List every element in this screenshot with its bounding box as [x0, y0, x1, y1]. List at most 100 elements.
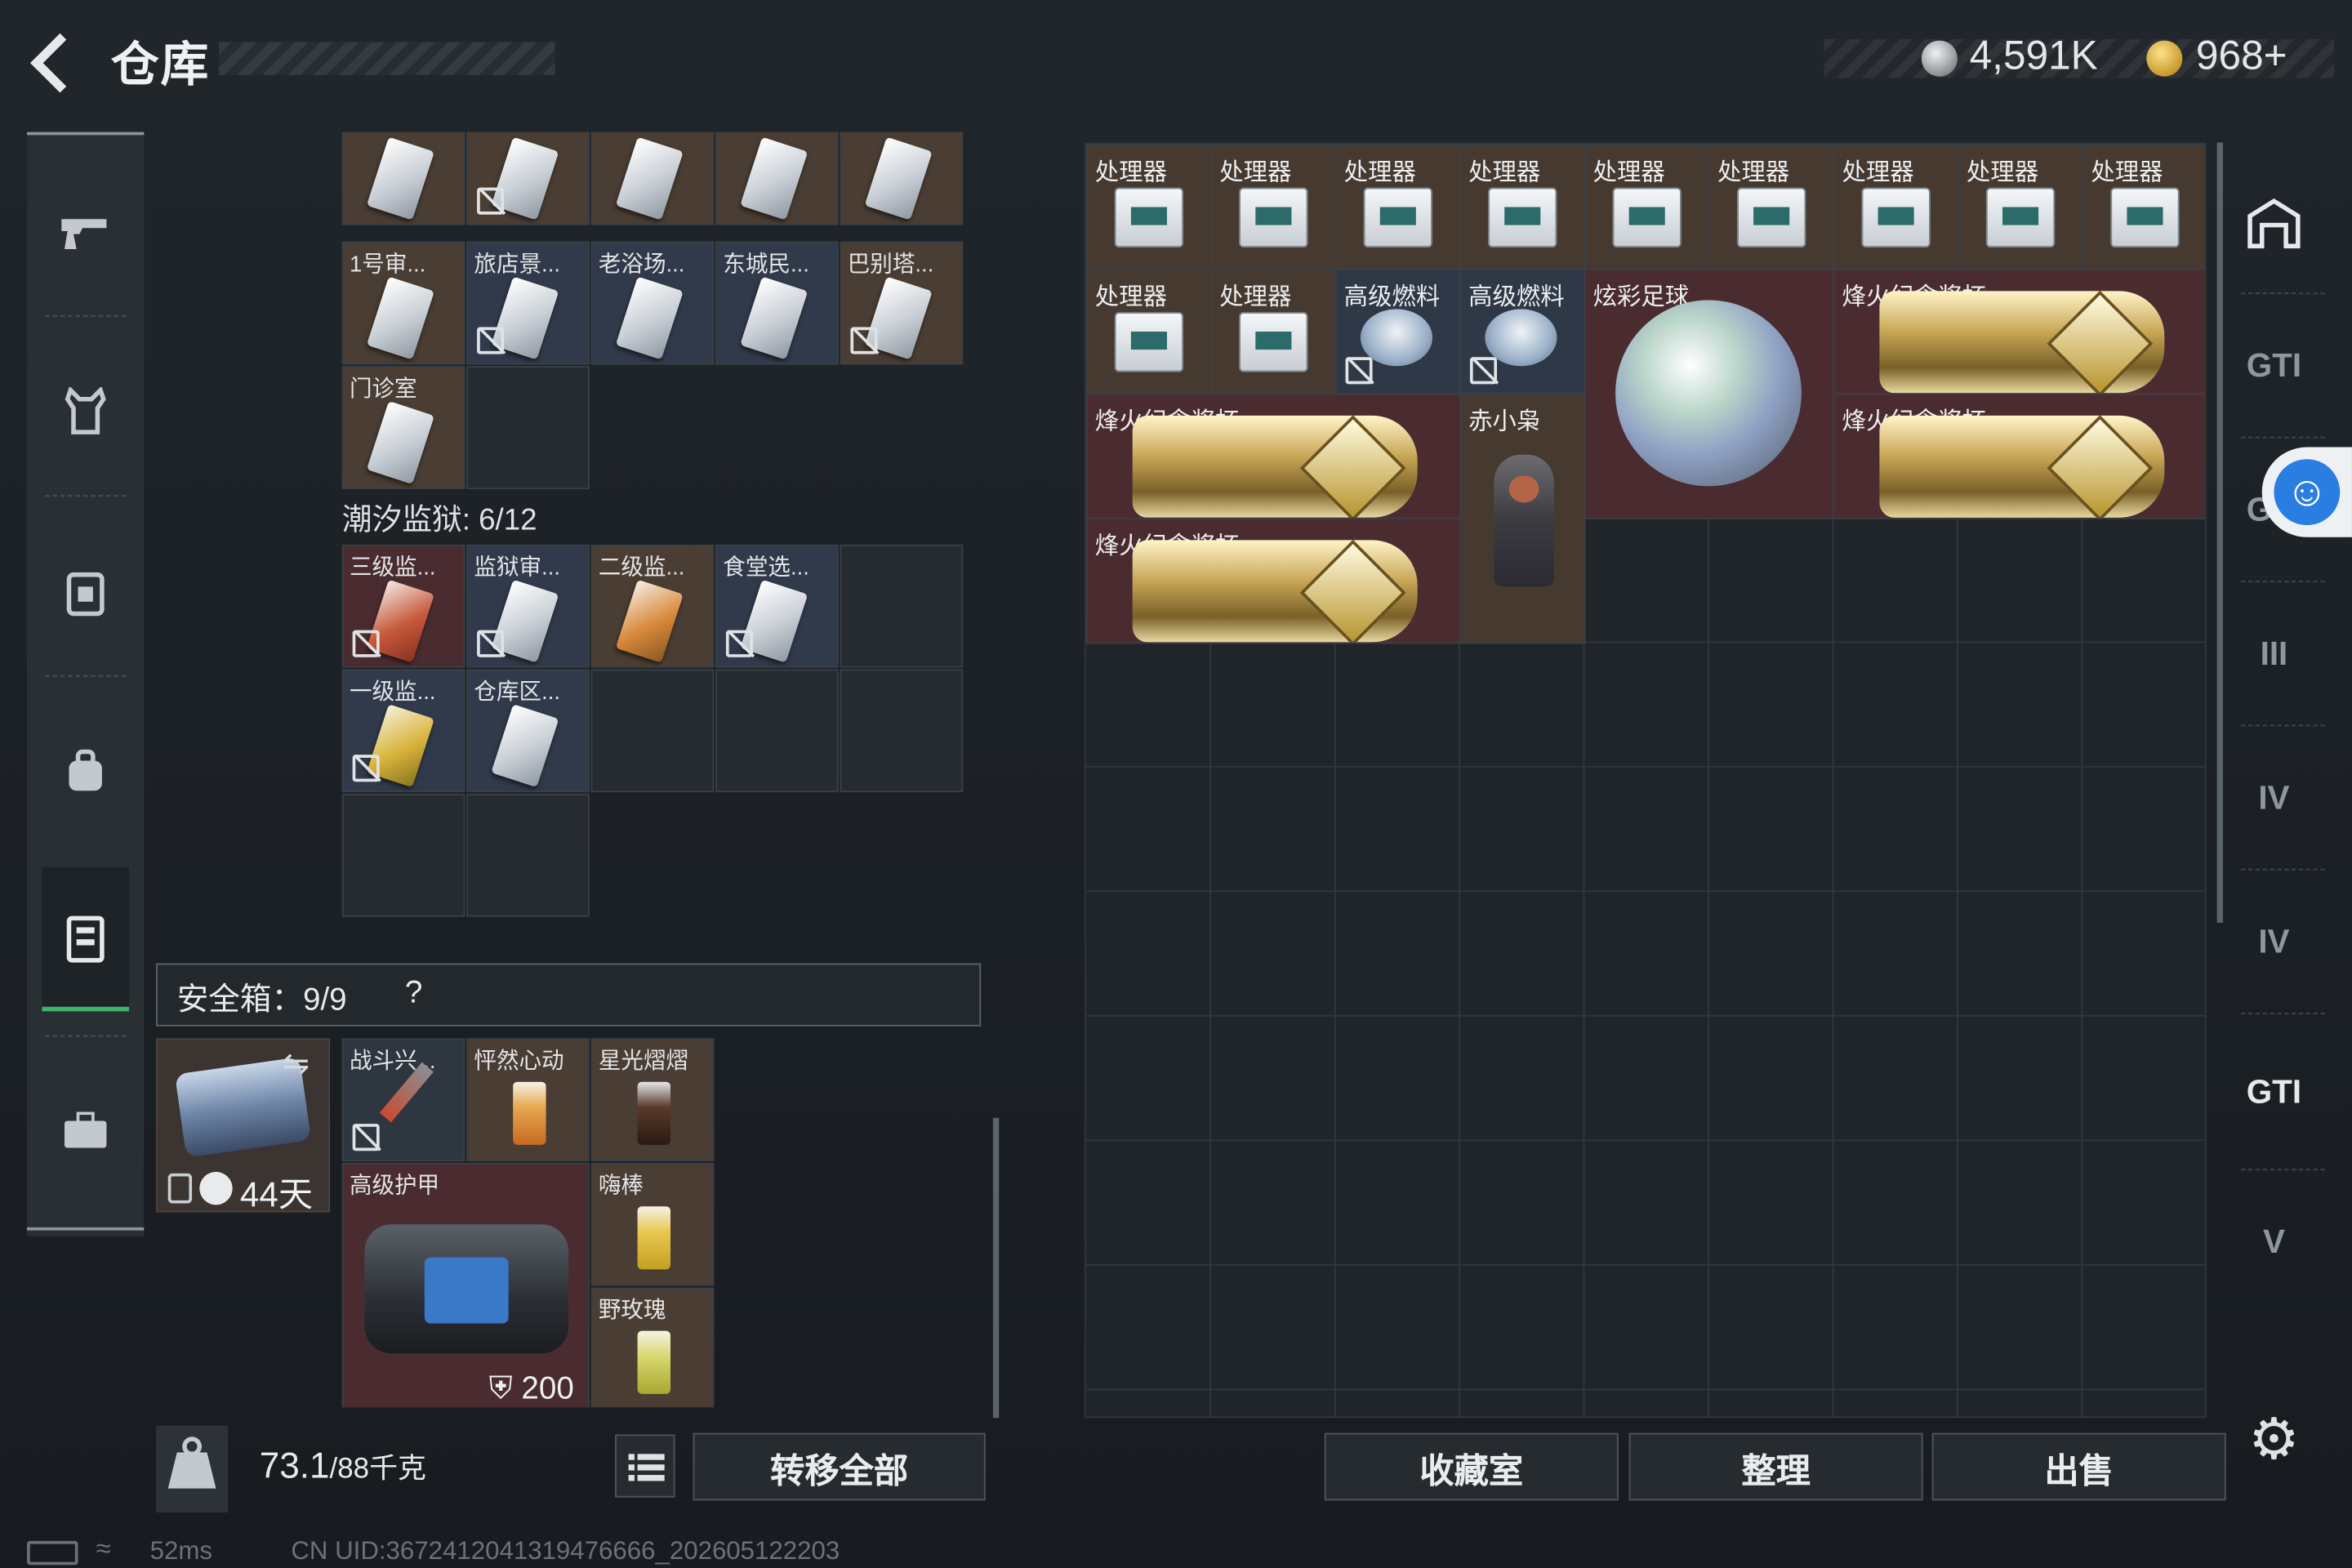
item-processor[interactable]: 处理器: [2082, 144, 2205, 270]
item-key[interactable]: 门诊室: [341, 366, 466, 489]
stash-page-icon[interactable]: GTI: [2220, 299, 2328, 434]
item-drink[interactable]: 嗨棒: [590, 1162, 715, 1286]
transfer-all-button[interactable]: 转移全部: [693, 1432, 986, 1501]
untradeable-icon: [352, 630, 380, 657]
item-key[interactable]: 东城民...: [715, 241, 839, 365]
item-key[interactable]: 旅店景...: [466, 241, 590, 365]
stash-home-icon[interactable]: [2220, 154, 2328, 289]
item-processor[interactable]: 处理器: [1334, 144, 1461, 270]
item-trophy[interactable]: 烽火纪念奖杯: [1833, 268, 2205, 395]
item-trophy[interactable]: 烽火纪念奖杯: [1085, 393, 1461, 519]
item-key[interactable]: [341, 131, 466, 225]
sidebar-bottom-line: [27, 1227, 145, 1231]
item-key[interactable]: [840, 131, 964, 225]
item-drink[interactable]: 野玫瑰: [590, 1287, 715, 1408]
item-key[interactable]: 三级监...: [341, 544, 466, 668]
item-key[interactable]: [466, 131, 590, 225]
sell-button[interactable]: 出售: [1931, 1432, 2226, 1501]
item-processor[interactable]: 处理器: [1957, 144, 2084, 270]
sidebar-divider: [2241, 1013, 2325, 1015]
stash-icon[interactable]: [42, 866, 129, 1012]
empty-slot[interactable]: [466, 366, 590, 489]
empty-slot[interactable]: [466, 793, 590, 917]
chest-rig-icon[interactable]: [42, 519, 129, 663]
collection-room-button[interactable]: 收藏室: [1324, 1432, 1619, 1501]
item-processor[interactable]: 处理器: [1584, 144, 1710, 270]
left-scrollbar[interactable]: [992, 1117, 1000, 1419]
back-button[interactable]: [21, 27, 87, 93]
empty-slot[interactable]: [840, 669, 964, 793]
ping-text: 52ms: [149, 1536, 213, 1566]
sidebar-divider: [45, 675, 127, 677]
currency-silver-amount: 4,591K: [1969, 33, 2098, 78]
stash-page-sidebar: GTI GTI III IV IV GTI V: [2220, 143, 2352, 1419]
item-trophy[interactable]: 烽火纪念奖杯: [1085, 517, 1461, 644]
item-key[interactable]: 二级监...: [590, 544, 715, 668]
item-processor[interactable]: 处理器: [1459, 144, 1586, 270]
item-key[interactable]: 1号审...: [341, 241, 466, 365]
sidebar-top-line: [27, 131, 145, 136]
item-processor[interactable]: 处理器: [1833, 144, 1959, 270]
swap-icon[interactable]: ⇋: [282, 1045, 310, 1084]
sidebar-divider: [2241, 292, 2325, 295]
stash-page-icon[interactable]: IV: [2220, 731, 2328, 866]
sidebar-divider: [2241, 581, 2325, 582]
item-processor[interactable]: 处理器: [1708, 144, 1835, 270]
item-processor[interactable]: 处理器: [1085, 268, 1213, 395]
untradeable-icon: [477, 630, 505, 657]
stash-page-icon[interactable]: GTI: [2220, 1025, 2328, 1160]
clock-icon: [199, 1171, 233, 1205]
item-key[interactable]: 巴别塔...: [840, 241, 964, 365]
item-key[interactable]: 仓库区...: [466, 669, 590, 793]
item-key[interactable]: 监狱审...: [466, 544, 590, 668]
armor-vest-icon[interactable]: [42, 339, 129, 483]
item-fuel[interactable]: 高级燃料: [1459, 268, 1586, 395]
item-processor[interactable]: 处理器: [1085, 144, 1213, 270]
empty-slot[interactable]: [590, 669, 715, 793]
item-key[interactable]: 食堂选...: [715, 544, 839, 668]
item-fuel[interactable]: 高级燃料: [1334, 268, 1461, 395]
help-icon[interactable]: ?: [405, 975, 422, 1011]
stash-page-icon[interactable]: IV: [2220, 875, 2328, 1009]
item-key[interactable]: 一级监...: [341, 669, 466, 793]
uid-text: CN UID:3672412041319476666_202605122203: [291, 1536, 840, 1566]
key-section-title: 潮汐监狱: 6/12: [341, 504, 537, 537]
empty-slot[interactable]: [840, 544, 964, 668]
briefcase-icon[interactable]: [42, 1059, 129, 1203]
sidebar-divider: [2241, 724, 2325, 727]
weight-icon: [156, 1425, 229, 1512]
sidebar-divider: [45, 495, 127, 497]
item-processor[interactable]: 处理器: [1210, 268, 1337, 395]
untradeable-icon: [477, 327, 505, 354]
sidebar-divider: [2241, 1169, 2325, 1171]
currency-gold-amount[interactable]: 968+: [2196, 33, 2287, 79]
title-decoration: [219, 42, 555, 75]
backpack-icon[interactable]: [42, 699, 129, 843]
item-drink[interactable]: 怦然心动: [466, 1038, 590, 1162]
item-key[interactable]: [715, 131, 839, 225]
item-figurine[interactable]: 赤小枭: [1459, 393, 1586, 644]
stash-page-icon[interactable]: III: [2220, 586, 2328, 721]
item-trophy[interactable]: 烽火纪念奖杯: [1833, 393, 2205, 519]
pistol-icon[interactable]: [42, 159, 129, 303]
wifi-icon: ≈: [96, 1533, 111, 1564]
empty-slot[interactable]: [715, 669, 839, 793]
item-colorful-football[interactable]: 炫彩足球: [1584, 268, 1835, 519]
armor-durability: ⛨ 200: [488, 1371, 574, 1406]
settings-gear-icon[interactable]: ⚙: [2244, 1410, 2304, 1470]
untradeable-icon: [1469, 357, 1498, 385]
item-key[interactable]: 老浴场...: [590, 241, 715, 365]
lock-icon: [167, 1173, 193, 1204]
stash-page-icon[interactable]: V: [2220, 1175, 2328, 1310]
safe-box-remaining-time: 44天: [239, 1174, 314, 1214]
item-processor[interactable]: 处理器: [1210, 144, 1337, 270]
item-drink[interactable]: 星光熠熠: [590, 1038, 715, 1162]
list-view-button[interactable]: [615, 1434, 675, 1498]
carry-weight: 73.1/88千克: [259, 1446, 426, 1487]
safe-box-label: 安全箱：9/9: [176, 982, 347, 1018]
item-stimulant[interactable]: 战斗兴...: [341, 1038, 466, 1162]
empty-slot[interactable]: [341, 793, 466, 917]
stash-grid[interactable]: 处理器 处理器 处理器 处理器 处理器 处理器 处理器 处理器 处理器 处理器 …: [1084, 142, 2207, 1419]
sort-button[interactable]: 整理: [1628, 1432, 1923, 1501]
item-key[interactable]: [590, 131, 715, 225]
